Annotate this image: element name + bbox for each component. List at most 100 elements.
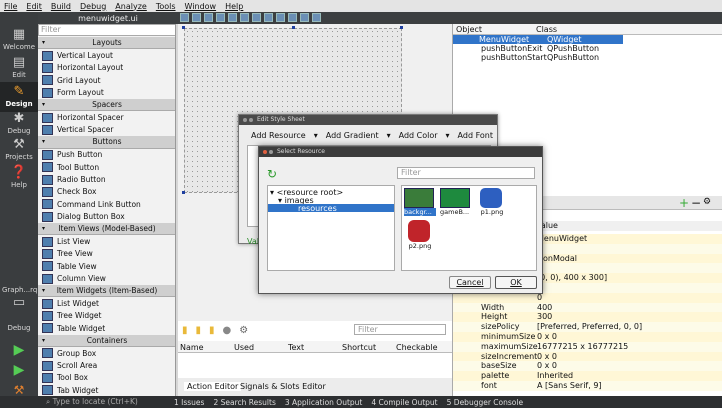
widget-item[interactable]: Column View: [38, 273, 175, 285]
object-row[interactable]: pushButtonExit QPushButton: [453, 44, 623, 53]
property-value[interactable]: 0 x 0: [537, 361, 557, 370]
col-name[interactable]: Name: [180, 343, 204, 352]
new-action-icon[interactable]: ▮: [182, 325, 188, 336]
mode-edit[interactable]: ▤ Edit: [0, 56, 38, 79]
menu-window[interactable]: Window: [185, 2, 217, 11]
property-row[interactable]: 0: [453, 292, 722, 303]
widget-item[interactable]: Command Link Button: [38, 198, 175, 210]
col-used[interactable]: Used: [234, 343, 254, 352]
menu-file[interactable]: File: [4, 2, 17, 11]
ok-button[interactable]: OK: [495, 276, 537, 289]
property-row[interactable]: baseSize 0 x 0: [453, 361, 722, 372]
object-row-selected[interactable]: MenuWidget QWidget: [453, 35, 623, 44]
layout-horizontal-icon[interactable]: [228, 13, 237, 22]
menu-build[interactable]: Build: [51, 2, 71, 11]
property-value[interactable]: A [Sans Serif, 9]: [537, 381, 602, 390]
adjust-size-icon[interactable]: [312, 13, 321, 22]
debug-run-button[interactable]: ▶: [0, 363, 38, 379]
tab-action-editor[interactable]: Action Editor: [184, 382, 242, 391]
pane-debugger-console[interactable]: 5 Debugger Console: [447, 398, 523, 407]
widget-item[interactable]: Check Box: [38, 186, 175, 198]
widget-item[interactable]: Grid Layout: [38, 74, 175, 86]
layout-vertical-icon[interactable]: [240, 13, 249, 22]
mode-debug[interactable]: ✱ Debug: [0, 112, 38, 135]
widget-item[interactable]: Tool Box: [38, 372, 175, 384]
configure-icon[interactable]: ⚙: [239, 325, 248, 336]
add-property-icon[interactable]: +: [679, 196, 689, 210]
mode-design[interactable]: ✎ Design: [0, 82, 38, 112]
open-document-selector[interactable]: menuwidget.ui: [38, 12, 178, 24]
file-p1[interactable]: p1.png: [476, 188, 508, 216]
widget-item[interactable]: Horizontal Spacer: [38, 111, 175, 123]
break-layout-icon[interactable]: [300, 13, 309, 22]
kit-selector[interactable]: Graph...rqui: [0, 286, 44, 294]
widget-item[interactable]: List View: [38, 235, 175, 247]
kit-monitor-icon[interactable]: ▭: [0, 296, 38, 311]
copy-action-icon[interactable]: ▮: [196, 325, 202, 336]
widget-edit-icon[interactable]: [180, 13, 189, 22]
add-font-button[interactable]: Add Font: [458, 131, 493, 140]
property-row[interactable]: palette Inherited: [453, 371, 722, 381]
buddy-edit-icon[interactable]: [204, 13, 213, 22]
pane-issues[interactable]: 1 Issues: [174, 398, 204, 407]
menu-analyze[interactable]: Analyze: [115, 2, 147, 11]
configure-icon[interactable]: ⚙: [703, 197, 711, 207]
menu-debug[interactable]: Debug: [80, 2, 106, 11]
menu-edit[interactable]: Edit: [26, 2, 42, 11]
property-value[interactable]: [Preferred, Preferred, 0, 0]: [537, 322, 642, 331]
file-background[interactable]: backgr...: [404, 188, 436, 216]
widget-item[interactable]: List Widget: [38, 297, 175, 309]
widget-item[interactable]: Horizontal Layout: [38, 62, 175, 74]
pane-compile-output[interactable]: 4 Compile Output: [371, 398, 437, 407]
widget-category[interactable]: ▾ Buttons: [38, 136, 175, 149]
widget-item[interactable]: Table View: [38, 260, 175, 272]
widget-item[interactable]: Tree View: [38, 248, 175, 260]
layout-form-icon[interactable]: [288, 13, 297, 22]
property-value[interactable]: 0 x 0: [537, 332, 557, 341]
layout-grid-icon[interactable]: [276, 13, 285, 22]
file-gameboard[interactable]: gameB...: [440, 188, 472, 216]
window-controls[interactable]: [263, 150, 273, 154]
widget-filter-input[interactable]: Filter: [38, 24, 175, 36]
widget-item[interactable]: Tree Widget: [38, 310, 175, 322]
cancel-button[interactable]: Cancel: [449, 276, 491, 289]
property-row[interactable]: Height 300: [453, 312, 722, 323]
property-row[interactable]: Width 400: [453, 302, 722, 313]
file-p2[interactable]: p2.png: [404, 220, 436, 250]
property-value[interactable]: MenuWidget: [537, 234, 587, 243]
col-checkable[interactable]: Checkable: [396, 343, 438, 352]
add-color-button[interactable]: Add Color: [399, 131, 438, 140]
widget-item[interactable]: Table Widget: [38, 322, 175, 334]
widget-item[interactable]: Vertical Spacer: [38, 124, 175, 136]
pane-search-results[interactable]: 2 Search Results: [213, 398, 275, 407]
resize-handle[interactable]: [182, 26, 185, 29]
col-shortcut[interactable]: Shortcut: [342, 343, 376, 352]
property-row[interactable]: font A [Sans Serif, 9]: [453, 381, 722, 391]
widget-item[interactable]: Vertical Layout: [38, 49, 175, 61]
widget-category[interactable]: ▾ Item Views (Model-Based): [38, 223, 175, 236]
resize-handle[interactable]: [400, 26, 403, 29]
menu-tools[interactable]: Tools: [156, 2, 176, 11]
property-row[interactable]: minimumSize 0 x 0: [453, 332, 722, 342]
property-row[interactable]: sizePolicy [Preferred, Preferred, 0, 0]: [453, 322, 722, 332]
widget-item[interactable]: Dialog Button Box: [38, 211, 175, 223]
delete-action-icon[interactable]: ●: [223, 325, 232, 336]
signal-edit-icon[interactable]: [192, 13, 201, 22]
splitter-h-icon[interactable]: [252, 13, 261, 22]
action-filter-input[interactable]: Filter: [354, 324, 446, 335]
property-value[interactable]: 300: [537, 312, 552, 321]
widget-category[interactable]: ▾ Item Widgets (Item-Based): [38, 285, 175, 298]
col-text[interactable]: Text: [288, 343, 304, 352]
tab-order-icon[interactable]: [216, 13, 225, 22]
property-value[interactable]: [0, 0), 400 x 300]: [537, 273, 607, 282]
property-value[interactable]: Inherited: [537, 371, 573, 380]
widget-item[interactable]: Radio Button: [38, 173, 175, 185]
property-value[interactable]: 0 x 0: [537, 352, 557, 361]
resize-handle[interactable]: [182, 191, 185, 194]
widget-item[interactable]: Scroll Area: [38, 359, 175, 371]
widget-category[interactable]: ▾ Layouts: [38, 37, 175, 50]
paste-action-icon[interactable]: ▮: [209, 325, 215, 336]
widget-item[interactable]: Push Button: [38, 149, 175, 161]
add-color-arrow-icon[interactable]: ▾: [446, 131, 450, 140]
add-gradient-arrow-icon[interactable]: ▾: [387, 131, 391, 140]
